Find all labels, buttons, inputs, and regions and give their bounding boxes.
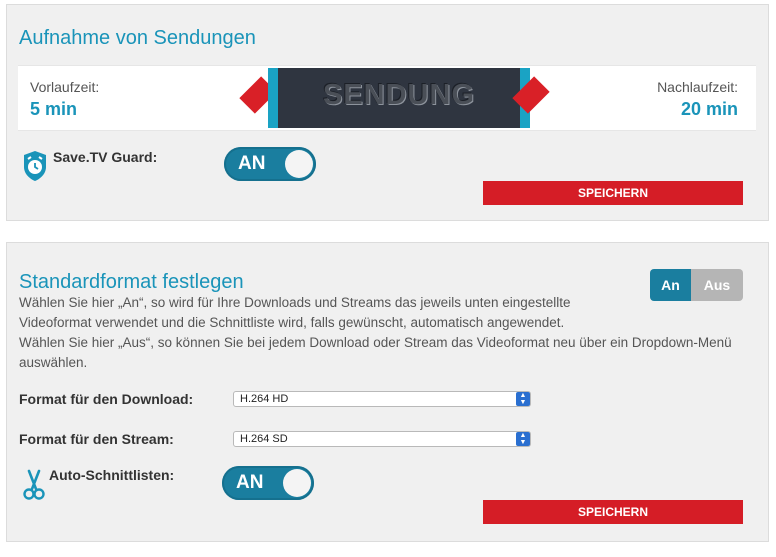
autocut-label: Auto-Schnittlisten: [49, 467, 175, 483]
autocut-toggle-state: AN [236, 472, 264, 493]
scissors-icon [23, 469, 45, 500]
lead-time-label: Vorlaufzeit: [30, 79, 100, 95]
lead-time-value: 5 min [30, 99, 78, 119]
trail-time-label: Nachlaufzeit: [657, 79, 738, 95]
stream-format-label: Format für den Stream: [19, 431, 174, 447]
guard-toggle-state: AN [238, 153, 266, 174]
download-format-select[interactable]: H.264 HD ▲ ▼ [233, 391, 531, 407]
alarm-shield-icon [24, 151, 46, 181]
format-save-button[interactable]: SPEICHERN [483, 500, 743, 524]
download-format-label: Format für den Download: [19, 391, 194, 407]
description-line: auswählen. [19, 355, 88, 370]
stream-format-value: H.264 SD [240, 433, 288, 445]
toggle-knob [285, 150, 313, 178]
select-arrows-icon: ▲ ▼ [516, 432, 530, 446]
toggle-knob [283, 469, 311, 497]
recording-timebar: Vorlaufzeit: 5 min Nachlaufzeit: 20 min … [18, 65, 756, 131]
format-onoff-toggle[interactable]: An Aus [650, 269, 743, 301]
program-label: SENDUNG [322, 79, 475, 111]
recording-save-button[interactable]: SPEICHERN [483, 181, 743, 205]
guard-toggle[interactable]: AN [224, 147, 316, 181]
stream-format-select[interactable]: H.264 SD ▲ ▼ [233, 431, 531, 447]
guard-label: Save.TV Guard: [53, 149, 158, 165]
recording-title: Aufnahme von Sendungen [19, 27, 256, 49]
program-block: SENDUNG [268, 68, 530, 128]
format-panel: Standardformat festlegen An Aus Wählen S… [6, 242, 769, 542]
description-line: Videoformat verwendet und die Schnittlis… [19, 315, 565, 330]
format-description: Wählen Sie hier „An“, so wird für Ihre D… [19, 293, 732, 373]
format-on-option[interactable]: An [650, 269, 691, 301]
trail-time-value: 20 min [680, 99, 738, 119]
description-line: Wählen Sie hier „Aus“, so können Sie bei… [19, 335, 732, 350]
description-line: Wählen Sie hier „An“, so wird für Ihre D… [19, 295, 571, 310]
format-off-option[interactable]: Aus [691, 269, 743, 301]
autocut-toggle[interactable]: AN [222, 466, 314, 500]
format-title: Standardformat festlegen [19, 271, 244, 293]
select-arrows-icon: ▲ ▼ [516, 392, 530, 406]
download-format-value: H.264 HD [240, 393, 289, 405]
recording-panel: Aufnahme von Sendungen Vorlaufzeit: 5 mi… [6, 4, 769, 221]
